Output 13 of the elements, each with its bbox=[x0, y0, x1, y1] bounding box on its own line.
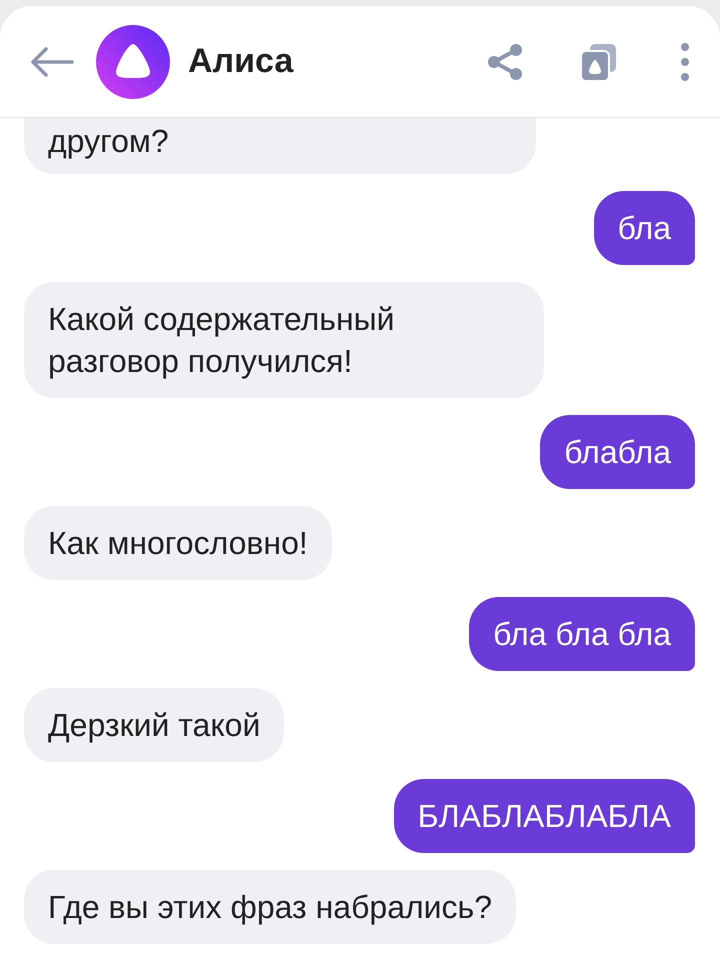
message-bubble: Где вы этих фраз набрались? bbox=[24, 870, 516, 944]
message-bubble: бла бла бла bbox=[469, 597, 695, 671]
chat-title: Алиса bbox=[188, 42, 294, 81]
message-bubble: БЛАБЛАБЛАБЛА bbox=[394, 779, 695, 853]
message-bubble: блабла bbox=[540, 415, 695, 489]
more-options-icon[interactable] bbox=[680, 42, 690, 80]
message-bubble: другом? bbox=[24, 118, 536, 174]
message-bubble: бла bbox=[594, 191, 695, 265]
back-arrow-icon[interactable] bbox=[30, 46, 74, 76]
message-bubble: Дерзкий такой bbox=[24, 688, 284, 762]
message-bubble: Какой содержательный разговор получился! bbox=[24, 282, 544, 398]
message-bubble: Как многословно! bbox=[24, 506, 332, 580]
logo-icon bbox=[96, 24, 170, 98]
